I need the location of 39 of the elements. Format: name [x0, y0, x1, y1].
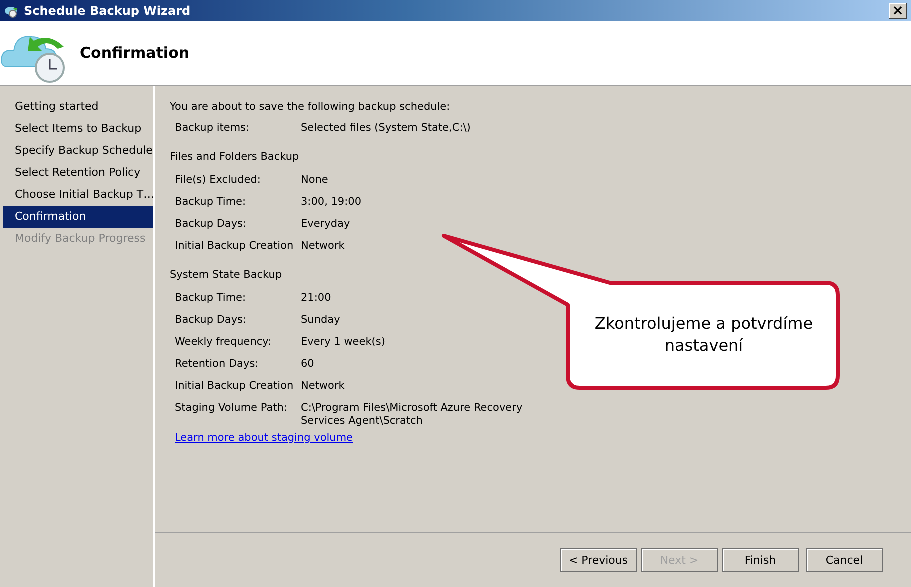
field-label: Staging Volume Path:	[175, 402, 288, 415]
field-label: Backup Time:	[175, 196, 248, 209]
wizard-step[interactable]: Select Items to Backup	[3, 118, 153, 140]
field-value: Every 1 week(s)	[301, 336, 386, 349]
field-label: Retention Days:	[175, 358, 260, 371]
field-value: None	[301, 174, 330, 187]
wizard-button[interactable]: < Previous	[560, 548, 637, 572]
section-heading: Files and Folders Backup	[170, 150, 300, 165]
help-link[interactable]: Learn more about staging volume	[175, 432, 354, 444]
field-value: Selected files (System State,C:\)	[301, 122, 472, 135]
field-label: Backup Days:	[175, 218, 248, 231]
close-button[interactable]: ×	[889, 2, 907, 18]
window-title: Schedule Backup Wizard	[24, 4, 192, 18]
field-value: Everyday	[301, 218, 352, 231]
field-value: Network	[301, 380, 346, 393]
section-heading: System State Backup	[170, 268, 284, 283]
field-value: 3:00, 19:00	[301, 196, 363, 209]
field-label: File(s) Excluded:	[175, 174, 262, 187]
page-heading: Confirmation	[80, 44, 190, 62]
wizard-button[interactable]: Cancel	[806, 548, 883, 572]
field-value: C:\Program Files\Microsoft Azure Recovery Services Agent\Scratch	[301, 402, 524, 428]
wizard-button[interactable]: Finish	[722, 548, 799, 572]
field-label: Weekly frequency:	[175, 336, 273, 349]
wizard-step[interactable]: Getting started	[3, 96, 153, 118]
wizard-step[interactable]: Choose Initial Backup T…	[3, 184, 153, 206]
field-label: Backup Days:	[175, 314, 248, 327]
intro-text: You are about to save the following backup schedule:	[170, 100, 452, 115]
field-label: Initial Backup Creation	[175, 380, 295, 393]
field-value: Network	[301, 240, 346, 253]
wizard-step[interactable]: Specify Backup Schedule	[3, 140, 153, 162]
callout-text: Zkontrolujeme a potvrdíme nastavení	[594, 313, 814, 357]
field-value: Sunday	[301, 314, 342, 327]
wizard-step[interactable]: Select Retention Policy	[3, 162, 153, 184]
field-label: Backup items:	[175, 122, 251, 135]
field-label: Backup Time:	[175, 292, 248, 305]
field-value: 60	[301, 358, 316, 371]
field-label: Initial Backup Creation	[175, 240, 295, 253]
field-value: 21:00	[301, 292, 332, 305]
wizard-step[interactable]: Confirmation	[3, 206, 153, 228]
